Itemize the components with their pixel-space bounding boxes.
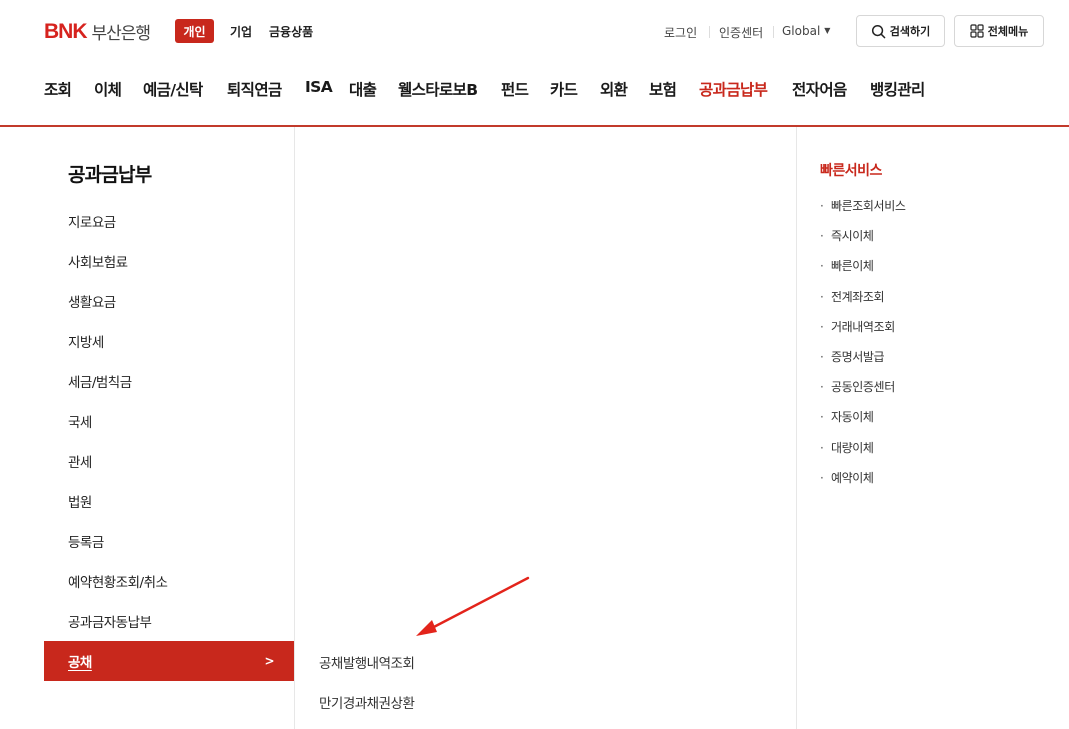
- lnb-item-label: 지로요금: [68, 215, 116, 231]
- lnb-item-national-tax[interactable]: 국세: [44, 401, 294, 441]
- lnb-item-tuition[interactable]: 등록금: [44, 521, 294, 561]
- gnb-item-banking-mgmt[interactable]: 뱅킹관리: [870, 78, 925, 100]
- gnb-item-robo[interactable]: 웰스타로보B: [398, 78, 478, 100]
- quick-service-title: 빠른서비스: [820, 163, 882, 179]
- util-divider: [773, 26, 774, 38]
- quick-item-label: 즉시이체: [831, 229, 874, 243]
- gnb-item-forex[interactable]: 외환: [600, 78, 628, 100]
- column-divider: [294, 127, 295, 729]
- util-divider: [709, 26, 710, 38]
- cert-center-link[interactable]: 인증센터: [719, 24, 763, 41]
- search-icon: [871, 24, 886, 38]
- gnb-item-transfer[interactable]: 이체: [94, 78, 122, 100]
- lnb-item-label: 공과금자동납부: [68, 615, 152, 631]
- quick-item-label: 공동인증센터: [831, 380, 895, 394]
- lnb-item-public-bond[interactable]: 공채 >: [44, 641, 294, 681]
- lnb-item-local-tax[interactable]: 지방세: [44, 321, 294, 361]
- lnb-item-auto-payment[interactable]: 공과금자동납부: [44, 601, 294, 641]
- lnb-item-court[interactable]: 법원: [44, 481, 294, 521]
- gnb-item-insurance[interactable]: 보험: [649, 78, 677, 100]
- bnk-logo[interactable]: BNK 부산은행: [44, 19, 152, 45]
- bullet-icon: ·: [820, 441, 824, 455]
- quick-item-label: 증명서발급: [831, 350, 885, 364]
- lnb-item-label: 법원: [68, 495, 92, 511]
- lnb-item-social-ins[interactable]: 사회보험료: [44, 241, 294, 281]
- top-header: BNK 부산은행 개인 기업 금융상품 로그인 인증센터 Global ▼ 검색하…: [0, 0, 1069, 62]
- segment-personal[interactable]: 개인: [175, 19, 214, 43]
- chevron-right-icon: >: [264, 654, 274, 668]
- local-navigation: 공과금납부 지로요금 사회보험료 생활요금 지방세 세금/범칙금 국세 관세 법…: [44, 127, 294, 729]
- quick-item[interactable]: · 거래내역조회: [820, 318, 895, 335]
- lnb-item-reservation[interactable]: 예약현황조회/취소: [44, 561, 294, 601]
- quick-item[interactable]: · 자동이체: [820, 408, 874, 425]
- bullet-icon: ·: [820, 229, 824, 243]
- quick-item[interactable]: · 예약이체: [820, 469, 874, 486]
- all-menu-label: 전체메뉴: [987, 25, 1029, 38]
- quick-item[interactable]: · 즉시이체: [820, 227, 874, 244]
- lnb-item-giro[interactable]: 지로요금: [44, 201, 294, 241]
- quick-item-label: 전계좌조회: [831, 290, 885, 304]
- quick-item-label: 빠른이체: [831, 259, 874, 273]
- bullet-icon: ·: [820, 320, 824, 334]
- segment-corporate[interactable]: 기업: [230, 23, 252, 40]
- segment-products[interactable]: 금융상품: [269, 23, 313, 40]
- quick-item[interactable]: · 공동인증센터: [820, 378, 895, 395]
- global-selector[interactable]: Global ▼: [782, 24, 830, 38]
- caret-down-icon: ▼: [824, 26, 831, 35]
- sub-item-bond-redemption[interactable]: 만기경과채권상환: [319, 692, 415, 712]
- lnb-item-label: 사회보험료: [68, 255, 128, 271]
- lnb-item-label: 예약현황조회/취소: [68, 575, 168, 591]
- quick-item-label: 예약이체: [831, 471, 874, 485]
- lnb-title: 공과금납부: [68, 164, 152, 186]
- all-menu-button[interactable]: 전체메뉴: [954, 15, 1044, 47]
- quick-item-label: 대량이체: [831, 441, 874, 455]
- column-divider: [796, 127, 797, 729]
- quick-item-label: 자동이체: [831, 410, 874, 424]
- gnb-item-loan[interactable]: 대출: [349, 78, 377, 100]
- bullet-icon: ·: [820, 380, 824, 394]
- gnb-item-deposit[interactable]: 예금/신탁: [143, 78, 203, 100]
- lnb-item-label: 공채: [68, 655, 92, 671]
- lnb-item-label: 국세: [68, 415, 92, 431]
- quick-item-label: 거래내역조회: [831, 320, 895, 334]
- gnb-item-fund[interactable]: 펀드: [501, 78, 529, 100]
- lnb-item-living-bills[interactable]: 생활요금: [44, 281, 294, 321]
- gnb-item-e-bill[interactable]: 전자어음: [792, 78, 847, 100]
- lnb-item-label: 지방세: [68, 335, 104, 351]
- quick-item[interactable]: · 빠른조회서비스: [820, 197, 906, 214]
- lnb-item-label: 관세: [68, 455, 92, 471]
- grid-menu-icon: [970, 24, 984, 38]
- lnb-item-customs[interactable]: 관세: [44, 441, 294, 481]
- lnb-item-label: 등록금: [68, 535, 104, 551]
- bullet-icon: ·: [820, 259, 824, 273]
- gnb-item-pension[interactable]: 퇴직연금: [227, 78, 282, 100]
- sub-item-bond-history[interactable]: 공채발행내역조회: [319, 652, 415, 672]
- quick-item[interactable]: · 빠른이체: [820, 257, 874, 274]
- bullet-icon: ·: [820, 199, 824, 213]
- logo-mark: BNK: [44, 19, 87, 43]
- gnb-item-utility-bills[interactable]: 공과금납부: [699, 78, 768, 100]
- global-navigation: 조회 이체 예금/신탁 퇴직연금 ISA 대출 웰스타로보B 펀드 카드 외환 …: [0, 78, 1069, 108]
- quick-item[interactable]: · 전계좌조회: [820, 288, 885, 305]
- gnb-item-inquiry[interactable]: 조회: [44, 78, 72, 100]
- bullet-icon: ·: [820, 471, 824, 485]
- gnb-item-isa[interactable]: ISA: [305, 78, 333, 96]
- bullet-icon: ·: [820, 290, 824, 304]
- login-link[interactable]: 로그인: [664, 24, 697, 41]
- search-label: 검색하기: [889, 25, 931, 38]
- quick-item-label: 빠른조회서비스: [831, 199, 906, 213]
- lnb-item-label: 세금/범칙금: [68, 375, 132, 391]
- search-button[interactable]: 검색하기: [856, 15, 945, 47]
- quick-item[interactable]: · 대량이체: [820, 439, 874, 456]
- global-label: Global: [782, 24, 821, 38]
- gnb-item-card[interactable]: 카드: [550, 78, 578, 100]
- bullet-icon: ·: [820, 350, 824, 364]
- lnb-item-tax-fine[interactable]: 세금/범칙금: [44, 361, 294, 401]
- logo-text: 부산은행: [91, 24, 152, 44]
- lnb-item-label: 생활요금: [68, 295, 116, 311]
- bullet-icon: ·: [820, 410, 824, 424]
- quick-item[interactable]: · 증명서발급: [820, 348, 885, 365]
